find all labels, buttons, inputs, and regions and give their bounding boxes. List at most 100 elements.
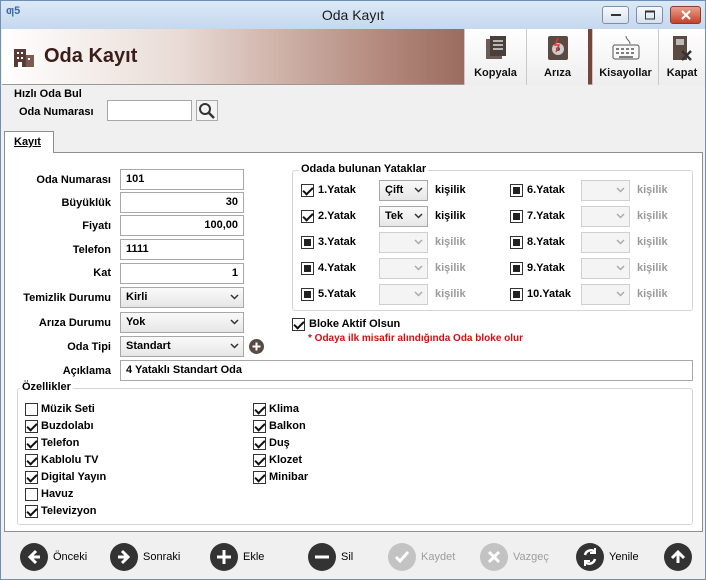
bed-type-select[interactable]	[581, 232, 630, 253]
feature-checkbox[interactable]	[25, 403, 38, 416]
minimize-button[interactable]	[602, 6, 629, 24]
add-room-type-icon[interactable]	[248, 338, 265, 355]
feature-checkbox[interactable]	[253, 437, 266, 450]
feature-checkbox[interactable]	[253, 471, 266, 484]
prev-label: Önceki	[53, 551, 88, 563]
chevron-down-icon	[414, 265, 423, 271]
bed-unit-label: kişilik	[637, 210, 668, 222]
room-type-label: Oda Tipi	[67, 341, 111, 353]
feature-checkbox[interactable]	[253, 403, 266, 416]
navigation-bar: Önceki Sonraki Ekle Sil Kaydet Vazgeç Ye…	[2, 537, 705, 579]
description-input[interactable]: 4 Yataklı Standart Oda	[120, 360, 693, 381]
bed-unit-label: kişilik	[435, 236, 466, 248]
bed-checkbox[interactable]	[301, 288, 314, 301]
feature-checkbox[interactable]	[25, 437, 38, 450]
feature-label: Klozet	[269, 454, 302, 466]
bed-type-select[interactable]	[379, 258, 428, 279]
block-active-checkbox[interactable]	[292, 318, 305, 331]
add-label: Ekle	[243, 551, 265, 563]
fault-status-select[interactable]: Yok	[120, 312, 244, 333]
description-label: Açıklama	[62, 365, 111, 377]
feature-label: Kablolu TV	[41, 454, 99, 466]
chevron-down-icon	[414, 291, 423, 297]
bed-unit-label: kişilik	[435, 288, 466, 300]
feature-label: Klima	[269, 403, 299, 415]
feature-checkbox[interactable]	[25, 505, 38, 518]
feature-checkbox[interactable]	[253, 420, 266, 433]
feature-label: Duş	[269, 437, 290, 449]
search-icon	[199, 103, 215, 119]
bed-type-select[interactable]	[581, 258, 630, 279]
bed-unit-label: kişilik	[435, 184, 466, 196]
bed-type-select[interactable]	[581, 206, 630, 227]
room-type-select[interactable]: Standart	[120, 336, 244, 357]
chevron-down-icon	[616, 291, 625, 297]
bed-label: 2.Yatak	[318, 210, 356, 222]
quick-find-room-input[interactable]	[107, 100, 192, 121]
quick-find-search-button[interactable]	[196, 100, 218, 121]
shortcuts-button[interactable]: Kisayollar	[592, 29, 658, 85]
arrow-right-icon	[110, 543, 138, 571]
bed-label: 3.Yatak	[318, 236, 356, 248]
feature-checkbox[interactable]	[25, 471, 38, 484]
bed-checkbox[interactable]	[301, 236, 314, 249]
bed-checkbox[interactable]	[510, 184, 523, 197]
bed-type-select[interactable]	[581, 180, 630, 201]
clean-status-label: Temizlik Durumu	[23, 292, 111, 304]
copy-button[interactable]: Kopyala	[464, 29, 526, 85]
chevron-down-icon	[616, 213, 625, 219]
bed-type-select[interactable]: Tek	[379, 206, 428, 227]
building-icon	[14, 49, 34, 67]
next-label: Sonraki	[143, 551, 181, 563]
bed-checkbox[interactable]	[510, 236, 523, 249]
phone-input[interactable]: 1111	[120, 239, 244, 260]
beds-group-title: Odada bulunan Yataklar	[299, 163, 429, 175]
fault-label: Arıza	[544, 67, 571, 79]
feature-checkbox[interactable]	[25, 454, 38, 467]
save-label: Kaydet	[421, 551, 456, 563]
feature-checkbox[interactable]	[25, 488, 38, 501]
feature-label: Televizyon	[41, 505, 97, 517]
maximize-icon	[644, 10, 655, 20]
bed-label: 10.Yatak	[527, 288, 572, 300]
bed-type-select[interactable]	[581, 284, 630, 305]
room-no-input[interactable]: 101	[120, 169, 244, 190]
features-group-title: Özellikler	[20, 381, 73, 393]
bed-checkbox[interactable]	[301, 262, 314, 275]
bed-label: 9.Yatak	[527, 262, 565, 274]
bed-unit-label: kişilik	[435, 210, 466, 222]
floor-input[interactable]: 1	[120, 263, 244, 284]
feature-checkbox[interactable]	[253, 454, 266, 467]
tab-panel-kayit: Oda Numarası 101 Büyüklük 30 Fiyatı 100,…	[4, 152, 703, 532]
refresh-icon	[576, 543, 604, 571]
close-form-button[interactable]: Kapat	[658, 29, 705, 85]
bed-checkbox[interactable]	[301, 210, 314, 223]
clean-status-select[interactable]: Kirli	[120, 287, 244, 308]
price-input[interactable]: 100,00	[120, 215, 244, 236]
close-button[interactable]	[670, 6, 701, 24]
bed-checkbox[interactable]	[301, 184, 314, 197]
delete-label: Sil	[341, 551, 354, 563]
chevron-down-icon	[616, 239, 625, 245]
bed-type-select[interactable]: Çift	[379, 180, 428, 201]
chevron-down-icon	[414, 239, 423, 245]
room-no-label: Oda Numarası	[36, 174, 111, 186]
room-type-value: Standart	[126, 340, 171, 352]
bed-type-select[interactable]	[379, 284, 428, 305]
bed-checkbox[interactable]	[510, 262, 523, 275]
features-group: Özellikler	[17, 381, 693, 525]
feature-label: Buzdolabı	[41, 420, 94, 432]
x-icon	[480, 543, 508, 571]
bed-checkbox[interactable]	[510, 210, 523, 223]
feature-checkbox[interactable]	[25, 420, 38, 433]
bed-type-select[interactable]	[379, 232, 428, 253]
fault-button[interactable]: Arıza	[526, 29, 588, 85]
bed-checkbox[interactable]	[510, 288, 523, 301]
bed-label: 5.Yatak	[318, 288, 356, 300]
bed-unit-label: kişilik	[637, 184, 668, 196]
size-input[interactable]: 30	[120, 192, 244, 213]
tab-kayit[interactable]: Kayıt	[4, 131, 54, 153]
window-title: Oda Kayıt	[321, 7, 385, 23]
maximize-button[interactable]	[636, 6, 663, 24]
bed-label: 4.Yatak	[318, 262, 356, 274]
